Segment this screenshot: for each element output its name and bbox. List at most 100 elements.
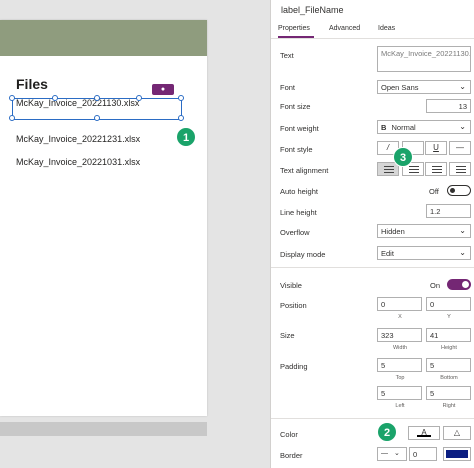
font-color-bar [417,435,431,437]
chevron-down-icon: ⌄ [459,82,466,91]
align-right-icon [432,166,442,173]
callout-badge-1: 1 [176,127,196,147]
panel-title: label_FileName [281,5,344,15]
strikethrough-button[interactable]: — [449,141,471,155]
font-size-label: Font size [280,102,311,111]
text-alignment-label: Text alignment [280,166,329,175]
font-value: Open Sans [381,83,419,92]
resize-handle[interactable] [52,95,58,101]
chevron-down-icon: ⌄ [393,450,400,457]
lightbulb-icon: ● [160,86,166,93]
chevron-down-icon: ⌄ [459,122,466,131]
padding-top-field[interactable]: 5 [377,358,422,372]
position-x-field[interactable]: 0 [377,297,422,311]
screen-header-bar [0,20,207,56]
x-caption: X [398,314,402,320]
width-field[interactable]: 323 [377,328,422,342]
tab-divider [271,38,474,39]
overflow-dropdown[interactable]: Hidden ⌄ [377,224,471,238]
resize-handle[interactable] [178,115,184,121]
width-caption: Width [392,345,408,351]
tab-ideas[interactable]: Ideas [378,25,395,32]
padding-label: Padding [280,362,308,371]
display-mode-value: Edit [381,249,394,258]
font-size-field[interactable]: 13 [426,99,471,113]
font-weight-value: Normal [391,123,416,132]
border-style-dropdown[interactable]: — ⌄ [377,447,407,461]
align-left-icon [384,166,394,173]
screen-bottom-band [0,422,207,436]
canvas-area: Files McKay_Invoice_20221130.xlsx McKay_… [0,0,270,468]
size-label: Size [280,331,295,340]
section-divider [271,267,474,268]
toggle-knob [450,188,455,193]
padding-left-field[interactable]: 5 [377,386,422,400]
overflow-value: Hidden [381,227,405,236]
visible-toggle[interactable] [447,279,471,290]
color-label: Color [280,430,298,439]
height-caption: Height [441,345,457,351]
font-dropdown[interactable]: Open Sans ⌄ [377,80,471,94]
files-title[interactable]: Files [16,76,48,92]
font-weight-dropdown[interactable]: B Normal ⌄ [377,120,471,134]
top-caption: Top [395,375,405,381]
font-style-label: Font style [280,145,313,154]
left-caption: Left [395,403,405,409]
properties-panel: label_FileName Properties Advanced Ideas… [270,0,474,468]
height-field[interactable]: 41 [426,328,471,342]
display-mode-label: Display mode [280,250,326,259]
file-label[interactable]: McKay_Invoice_20221231.xlsx [16,134,140,144]
padding-bottom-field[interactable]: 5 [426,358,471,372]
paint-bucket-icon: △ [453,428,461,437]
align-right-button[interactable] [425,162,447,176]
app-screen: Files McKay_Invoice_20221130.xlsx McKay_… [0,20,207,436]
border-width-field[interactable]: 0 [409,447,437,461]
resize-handle[interactable] [94,95,100,101]
font-label: Font [280,83,296,92]
visible-state: On [430,281,441,290]
chevron-down-icon: ⌄ [459,226,466,235]
text-label: Text [280,51,294,60]
border-style-value: — [381,450,388,457]
align-center-icon [409,166,419,173]
border-label: Border [280,451,303,460]
position-y-field[interactable]: 0 [426,297,471,311]
auto-height-label: Auto height [280,187,318,196]
bold-icon: B [381,123,387,132]
bottom-caption: Bottom [440,375,458,381]
file-label[interactable]: McKay_Invoice_20221031.xlsx [16,157,140,167]
underline-button[interactable]: U [425,141,447,155]
font-weight-label: Font weight [280,124,319,133]
visible-label: Visible [280,281,302,290]
text-field[interactable]: McKay_Invoice_20221130.xlsx [377,46,471,72]
tab-advanced[interactable]: Advanced [329,25,360,32]
align-justify-icon [456,166,466,173]
resize-handle[interactable] [94,115,100,121]
line-height-field[interactable]: 1.2 [426,204,471,218]
line-height-label: Line height [280,208,317,217]
resize-handle[interactable] [178,95,184,101]
tab-properties[interactable]: Properties [278,25,310,32]
right-caption: Right [442,403,456,409]
fill-color-button[interactable]: △ [443,426,471,440]
text-color-button[interactable]: A [408,426,440,440]
resize-handle[interactable] [9,115,15,121]
padding-right-field[interactable]: 5 [426,386,471,400]
resize-handle[interactable] [136,95,142,101]
section-divider [271,418,474,419]
auto-height-state: Off [429,187,439,196]
resize-handle[interactable] [9,95,15,101]
callout-badge-3: 3 [393,147,413,167]
display-mode-dropdown[interactable]: Edit ⌄ [377,246,471,260]
border-color-swatch [446,450,468,458]
ideas-tag[interactable]: ● [152,84,174,95]
auto-height-toggle[interactable] [447,185,471,196]
toggle-knob [462,281,469,288]
callout-badge-2: 2 [377,422,397,442]
selection-outline [9,95,184,121]
chevron-down-icon: ⌄ [459,248,466,257]
overflow-label: Overflow [280,228,310,237]
border-color-button[interactable] [443,447,471,461]
align-justify-button[interactable] [449,162,471,176]
position-label: Position [280,301,307,310]
